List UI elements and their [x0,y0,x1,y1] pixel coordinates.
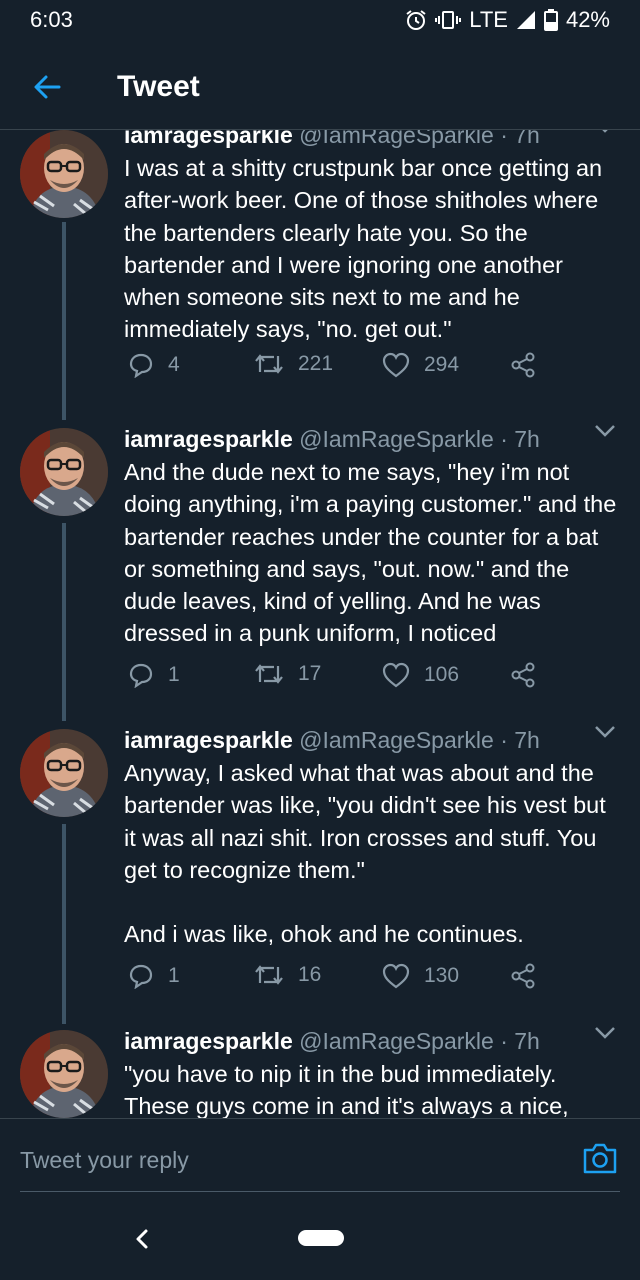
reply-input-underline [20,1191,620,1192]
share-icon [511,662,535,688]
like-button[interactable]: 130 [382,963,459,989]
like-button[interactable]: 294 [382,352,459,378]
like-count: 130 [424,964,460,987]
avatar-image [20,1030,108,1118]
author-handle: @IamRageSparkle · 7h [299,130,540,148]
reply-count: 1 [168,663,180,686]
reply-composer: Tweet your reply [0,1118,640,1195]
avatar-image [20,130,108,218]
avatar-image [20,428,108,516]
chevron-down-icon[interactable] [594,725,616,739]
back-button[interactable] [27,67,67,107]
reply-input[interactable]: Tweet your reply [20,1147,189,1174]
avatar[interactable] [20,130,108,218]
retweet-icon [255,965,283,985]
heart-icon [382,963,410,989]
nav-back-icon[interactable] [130,1224,154,1254]
alarm-icon [406,10,426,30]
reply-count: 1 [168,964,180,987]
tweet-actions: 4 221 294 [124,352,544,382]
author-handle: @IamRageSparkle · 7h [299,426,540,452]
share-icon [511,963,535,989]
reply-button[interactable]: 4 [128,352,180,378]
retweet-icon [255,664,283,684]
share-button[interactable] [510,352,536,378]
tweet-text: "you have to nip it in the bud immediate… [124,1061,569,1118]
signal-icon [516,11,535,29]
share-icon [511,352,535,378]
like-button[interactable]: 106 [382,662,459,688]
reply-count: 4 [168,353,180,376]
app-header: Tweet [0,52,640,122]
heart-icon [382,662,410,688]
retweet-button[interactable]: 16 [254,963,321,987]
reply-icon [129,964,153,989]
thread-line [62,824,66,1024]
avatar[interactable] [20,1030,108,1118]
avatar[interactable] [20,729,108,817]
chevron-down-icon[interactable] [594,424,616,438]
reply-icon [129,353,153,378]
status-bar: 6:03 LTE 42% [0,0,640,40]
retweet-count: 17 [298,662,322,685]
vibrate-icon [435,11,462,29]
page-title: Tweet [117,70,200,103]
retweet-count: 221 [298,352,334,375]
retweet-count: 16 [298,963,322,986]
retweet-button[interactable]: 17 [254,662,321,686]
author-handle: @IamRageSparkle · 7h [299,727,540,753]
tweet-actions: 1 17 106 [124,662,544,692]
tweet-meta: iamragesparkle @IamRageSparkle · 7h [124,1026,624,1056]
retweet-button[interactable]: 221 [254,352,333,376]
tweet-actions: 1 16 130 [124,963,544,993]
thread-line [62,222,66,420]
tweet-text: Anyway, I asked what that was about and … [124,760,606,948]
author-name[interactable]: iamragesparkle [124,727,293,753]
status-time: 6:03 [30,7,73,32]
arrow-left-icon [34,75,61,99]
tweet-text: And the dude next to me says, "hey i'm n… [124,459,623,647]
heart-icon [382,352,410,378]
avatar[interactable] [20,428,108,516]
retweet-icon [255,354,283,374]
like-count: 106 [424,663,460,686]
reply-button[interactable]: 1 [128,963,180,989]
author-name[interactable]: iamragesparkle [124,426,293,452]
avatar-image [20,729,108,817]
camera-icon[interactable] [582,1141,618,1175]
author-name[interactable]: iamragesparkle [124,1028,293,1054]
tweet-text: I was at a shitty crustpunk bar once get… [124,155,609,343]
status-icons: LTE 42% [405,7,610,33]
network-type: LTE [469,7,508,32]
thread-feed[interactable]: iamragesparkle @IamRageSparkle · 7h I wa… [0,130,640,1118]
tweet-meta: iamragesparkle @IamRageSparkle · 7h [124,424,624,454]
reply-icon [129,663,153,688]
author-handle: @IamRageSparkle · 7h [299,1028,540,1054]
reply-button[interactable]: 1 [128,662,180,688]
battery-icon [543,9,558,31]
like-count: 294 [424,353,460,376]
author-name[interactable]: iamragesparkle [124,130,293,148]
chevron-down-icon[interactable] [594,1026,616,1040]
system-nav-bar [0,1200,640,1280]
share-button[interactable] [510,662,536,688]
tweet-meta: iamragesparkle @IamRageSparkle · 7h [124,725,624,755]
tweet-meta: iamragesparkle @IamRageSparkle · 7h [124,130,624,150]
battery-percent: 42% [565,7,610,32]
nav-home-pill[interactable] [298,1230,344,1246]
chevron-down-icon[interactable] [594,130,616,134]
thread-line [62,523,66,721]
share-button[interactable] [510,963,536,989]
